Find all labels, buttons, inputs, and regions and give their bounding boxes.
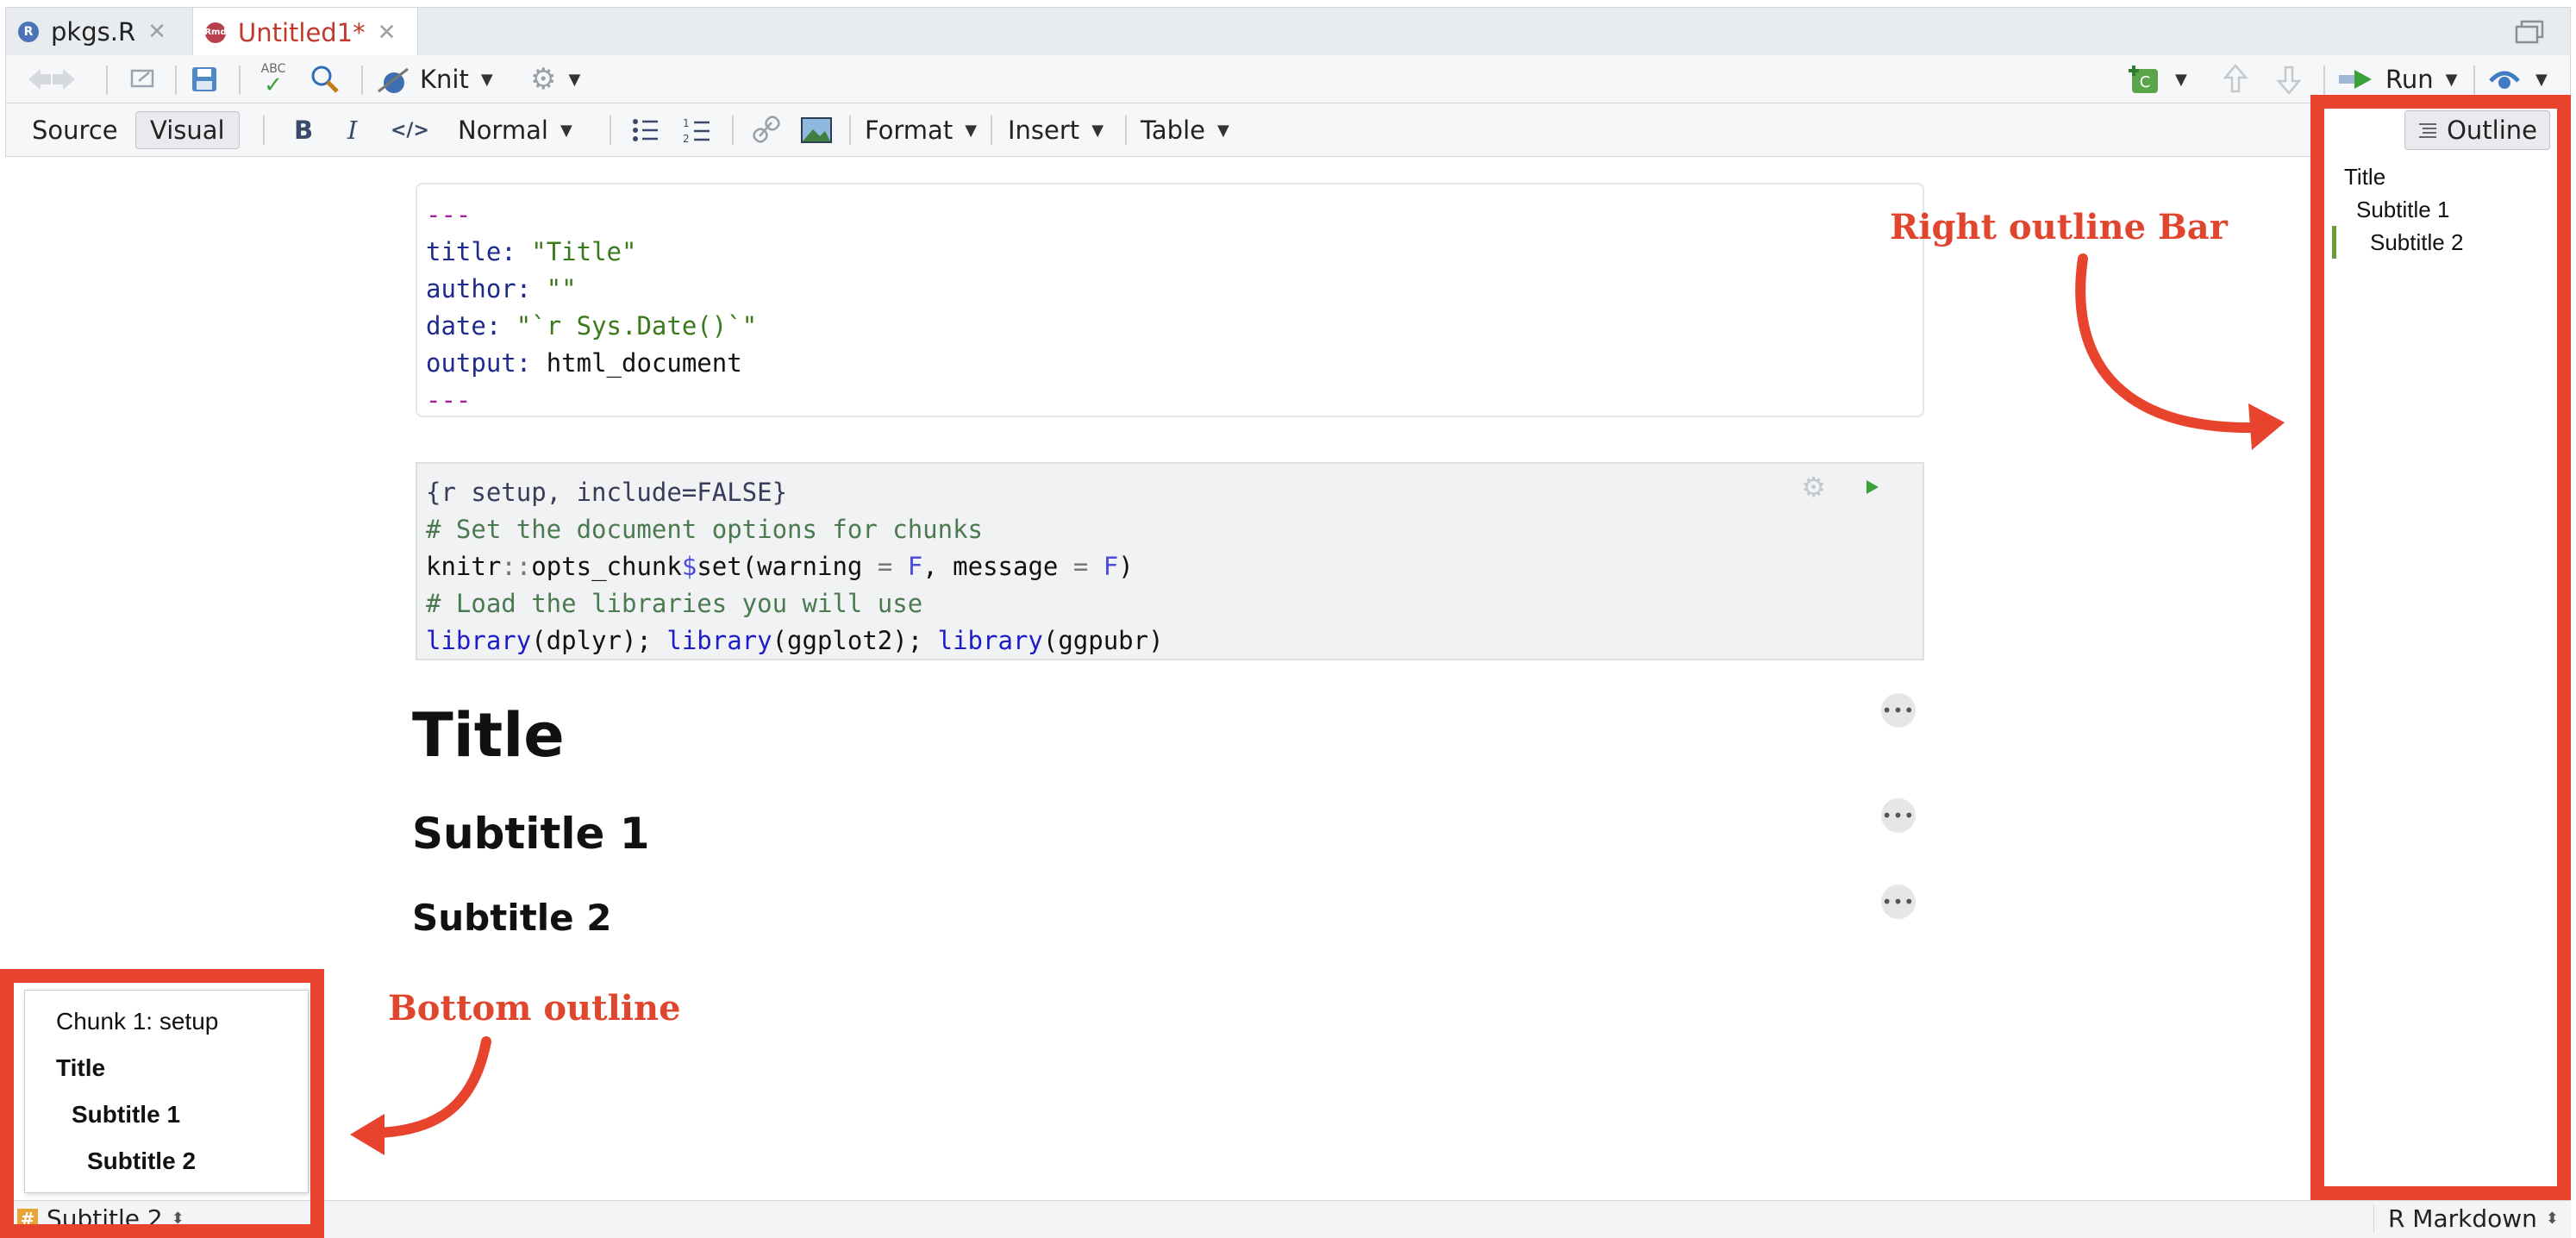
code-chunk-setup[interactable]: ⚙ {r setup, include=FALSE} # Set the doc… xyxy=(416,462,1924,660)
editor-tab-bar: R pkgs.R ✕ Rmd Untitled1* ✕ xyxy=(5,7,2571,57)
arrow-up-icon[interactable] xyxy=(2216,55,2254,103)
tab-label: pkgs.R xyxy=(51,17,136,47)
code-comment: # Set the document options for chunks xyxy=(426,515,984,544)
numbered-list-icon[interactable]: 1 2 xyxy=(680,103,715,157)
svg-text:C: C xyxy=(2140,73,2151,91)
paragraph-style-select[interactable]: Normal ▼ xyxy=(458,103,572,157)
rmd-file-icon: Rmd xyxy=(204,22,227,43)
heading-subtitle-1[interactable]: Subtitle 1 xyxy=(412,809,650,859)
document-type-select[interactable]: R Markdown ⬍ xyxy=(2373,1204,2559,1233)
settings-dropdown[interactable]: ⚙ ▼ xyxy=(530,55,580,103)
run-arrow-icon xyxy=(2339,70,2372,89)
yaml-delimiter: --- xyxy=(426,200,472,229)
heading-options-icon[interactable]: ••• xyxy=(1881,798,1916,833)
yaml-value: "" xyxy=(546,274,577,303)
chevron-down-icon: ▼ xyxy=(560,121,572,140)
yaml-key: output: xyxy=(426,348,532,378)
bold-button[interactable]: B xyxy=(294,103,313,157)
r-file-icon: R xyxy=(18,22,39,42)
code-comment: # Load the libraries you will use xyxy=(426,589,923,618)
close-icon[interactable]: ✕ xyxy=(378,20,397,46)
bullet-list-icon[interactable] xyxy=(628,103,663,157)
maximize-pane-icon[interactable] xyxy=(2515,20,2544,44)
code-button[interactable]: </> xyxy=(391,103,429,157)
heading-options-icon[interactable]: ••• xyxy=(1881,885,1916,919)
save-icon[interactable] xyxy=(187,55,222,103)
image-icon[interactable] xyxy=(797,103,835,157)
right-outline-arrow-icon xyxy=(2075,253,2285,450)
arrow-down-icon[interactable] xyxy=(2270,55,2308,103)
run-chunk-icon[interactable] xyxy=(1862,478,1881,497)
link-icon[interactable] xyxy=(749,103,784,157)
yaml-value: "Title" xyxy=(531,237,637,266)
yaml-header-block[interactable]: --- title: "Title" author: "" date: "`r … xyxy=(416,183,1924,417)
yaml-key: author: xyxy=(426,274,532,303)
yaml-value: "`r Sys.Date()`" xyxy=(516,311,758,341)
chunk-header: {r setup, include=FALSE} xyxy=(426,478,788,507)
yaml-key: title: xyxy=(426,237,516,266)
heading-subtitle-2[interactable]: Subtitle 2 xyxy=(412,897,612,939)
format-menu[interactable]: Format ▼ xyxy=(865,103,977,157)
svg-text:2: 2 xyxy=(683,133,690,145)
chevron-down-icon: ▼ xyxy=(2535,70,2548,89)
bottom-outline-annotation-label: Bottom outline xyxy=(388,988,681,1029)
editor-toolbar: ABC ✓ Knit ▼ ⚙ ▼ C ▼ Run ▼ ▼ xyxy=(5,55,2571,103)
code-line: knitr::opts_chunk$set(warning = F, messa… xyxy=(426,552,1134,581)
heading-options-icon[interactable]: ••• xyxy=(1881,693,1916,728)
document-type-label: R Markdown xyxy=(2387,1204,2537,1233)
yaml-delimiter: --- xyxy=(426,385,472,415)
bottom-outline-arrow-icon xyxy=(350,1036,491,1155)
tab-label: Untitled1* xyxy=(238,17,366,47)
chevron-down-icon: ▼ xyxy=(568,70,581,89)
right-outline-annotation-label: Right outline Bar xyxy=(1890,207,2228,247)
code-line: library(dplyr); library(ggplot2); librar… xyxy=(426,626,1164,655)
insert-chunk-button[interactable]: C ▼ xyxy=(2125,55,2187,103)
spellcheck-icon[interactable]: ABC ✓ xyxy=(254,55,292,103)
knit-yarn-icon xyxy=(378,67,409,93)
show-in-window-icon[interactable] xyxy=(123,55,161,103)
gear-icon: ⚙ xyxy=(530,62,557,97)
tab-pkgs-r[interactable]: R pkgs.R ✕ xyxy=(6,8,187,56)
back-forward-icon[interactable] xyxy=(22,55,82,103)
insert-chunk-icon: C xyxy=(2129,66,2158,93)
chevron-down-icon: ▼ xyxy=(2175,70,2187,89)
chunk-options-gear-icon[interactable]: ⚙ xyxy=(1801,471,1826,503)
search-icon[interactable] xyxy=(306,55,344,103)
knit-button[interactable]: Knit ▼ xyxy=(375,55,493,103)
yaml-key: date: xyxy=(426,311,502,341)
chevron-down-icon: ▼ xyxy=(965,121,978,140)
heading-title[interactable]: Title xyxy=(412,700,565,771)
close-icon[interactable]: ✕ xyxy=(147,19,166,45)
source-mode-button[interactable]: Source xyxy=(32,103,118,157)
chevron-down-icon: ▼ xyxy=(480,70,493,89)
yaml-value: html_document xyxy=(546,348,742,378)
publish-icon xyxy=(2489,71,2520,89)
chevron-down-icon: ▼ xyxy=(1091,121,1104,140)
table-menu[interactable]: Table ▼ xyxy=(1141,103,1229,157)
svg-text:1: 1 xyxy=(683,117,690,129)
visual-editor-toolbar: Source Visual B I </> Normal ▼ 1 2 Forma… xyxy=(5,103,2571,157)
bottom-outline-highlight-box xyxy=(0,969,324,1238)
editor-status-bar: # Subtitle 2 ⬍ R Markdown ⬍ xyxy=(5,1200,2571,1238)
chevron-down-icon: ▼ xyxy=(2445,70,2458,89)
italic-button[interactable]: I xyxy=(347,103,357,157)
up-down-chevron-icon: ⬍ xyxy=(2545,1210,2559,1228)
insert-menu[interactable]: Insert ▼ xyxy=(1008,103,1104,157)
visual-mode-button[interactable]: Visual xyxy=(135,111,240,149)
chevron-down-icon: ▼ xyxy=(1217,121,1229,140)
tab-untitled1[interactable]: Rmd Untitled1* ✕ xyxy=(192,8,418,57)
right-outline-highlight-box xyxy=(2310,95,2571,1200)
